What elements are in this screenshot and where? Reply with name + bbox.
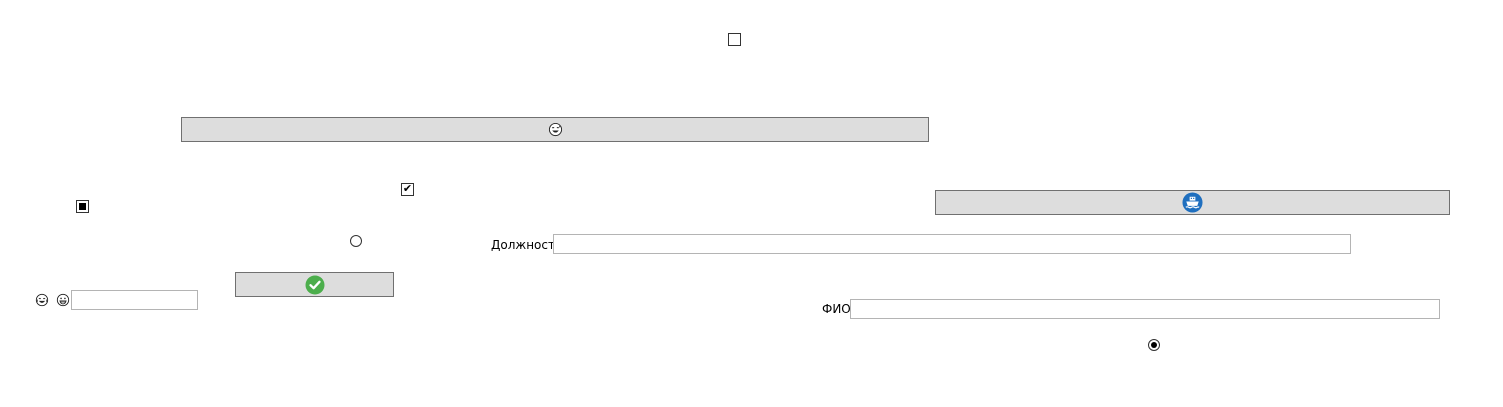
indeterminate-mark-icon	[79, 203, 86, 210]
ship-icon	[1182, 192, 1203, 213]
emoji-button-wide[interactable]	[181, 117, 929, 142]
grinning-face-with-sweat-icon	[548, 122, 562, 137]
emoji-input[interactable]	[71, 290, 198, 310]
position-input[interactable]	[553, 234, 1351, 254]
radio-selected-dot	[1151, 342, 1157, 348]
checkbox-unchecked[interactable]	[728, 33, 741, 46]
radio-selected[interactable]	[1148, 339, 1160, 351]
laughing-face-icon	[35, 293, 49, 307]
green-check-circle-icon	[305, 275, 324, 294]
position-label: Должность	[491, 238, 563, 252]
fio-input[interactable]	[850, 299, 1440, 319]
grinning-face-icon	[56, 293, 70, 307]
checkmark-icon: ✔	[402, 182, 413, 195]
ok-button[interactable]	[235, 272, 394, 297]
checkbox-checked[interactable]: ✔	[401, 182, 414, 196]
ship-button[interactable]	[935, 190, 1450, 215]
fio-label: ФИО	[822, 302, 851, 316]
checkbox-indeterminate[interactable]	[76, 200, 89, 213]
radio-unselected[interactable]	[350, 235, 362, 247]
